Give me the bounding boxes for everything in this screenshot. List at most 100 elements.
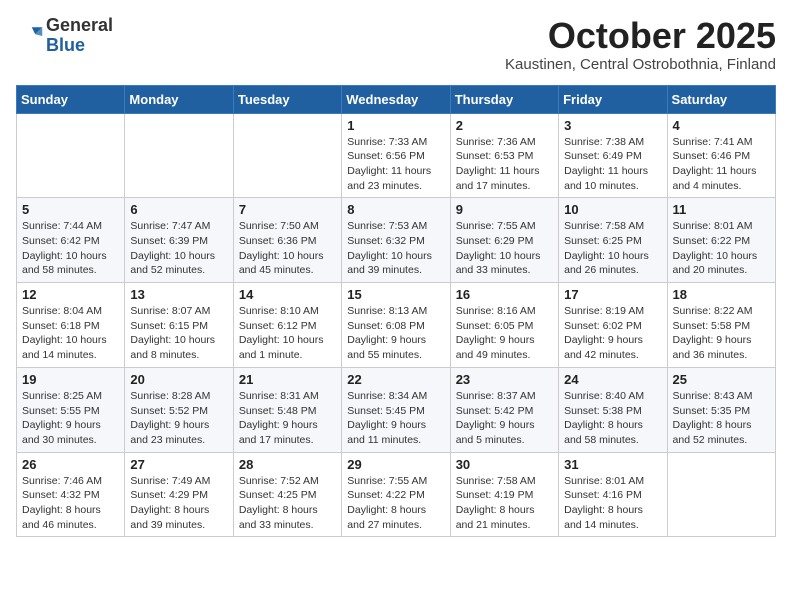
calendar-day-cell: 24 Sunrise: 8:40 AM Sunset: 5:38 PM Dayli… bbox=[559, 367, 667, 452]
day-number: 9 bbox=[456, 202, 553, 217]
calendar-day-cell: 28Sunrise: 7:52 AM Sunset: 4:25 PM Dayli… bbox=[233, 452, 341, 537]
day-info: Sunrise: 8:13 AM Sunset: 6:08 PM Dayligh… bbox=[347, 304, 444, 363]
weekday-header: Friday bbox=[559, 85, 667, 113]
calendar-day-cell bbox=[17, 113, 125, 198]
day-info: Sunrise: 7:47 AM Sunset: 6:39 PM Dayligh… bbox=[130, 219, 227, 278]
day-number: 6 bbox=[130, 202, 227, 217]
calendar-table: SundayMondayTuesdayWednesdayThursdayFrid… bbox=[16, 85, 776, 538]
day-info: Sunrise: 8:10 AM Sunset: 6:12 PM Dayligh… bbox=[239, 304, 336, 363]
day-info: Sunrise: 7:50 AM Sunset: 6:36 PM Dayligh… bbox=[239, 219, 336, 278]
calendar-day-cell: 26 Sunrise: 7:46 AM Sunset: 4:32 PM Dayli… bbox=[17, 452, 125, 537]
logo-icon bbox=[16, 22, 44, 50]
calendar-day-cell: 20Sunrise: 8:28 AM Sunset: 5:52 PM Dayli… bbox=[125, 367, 233, 452]
calendar-day-cell: 9 Sunrise: 7:55 AM Sunset: 6:29 PM Daylig… bbox=[450, 198, 558, 283]
calendar-day-cell: 31 Sunrise: 8:01 AM Sunset: 4:16 PM Dayli… bbox=[559, 452, 667, 537]
day-number: 26 bbox=[22, 457, 119, 472]
calendar-day-cell: 4 Sunrise: 7:41 AM Sunset: 6:46 PM Daylig… bbox=[667, 113, 775, 198]
month-title: October 2025 bbox=[505, 16, 776, 56]
calendar-day-cell: 14Sunrise: 8:10 AM Sunset: 6:12 PM Dayli… bbox=[233, 283, 341, 368]
day-info: Sunrise: 8:34 AM Sunset: 5:45 PM Dayligh… bbox=[347, 389, 444, 448]
calendar-day-cell: 25Sunrise: 8:43 AM Sunset: 5:35 PM Dayli… bbox=[667, 367, 775, 452]
calendar-day-cell: 17Sunrise: 8:19 AM Sunset: 6:02 PM Dayli… bbox=[559, 283, 667, 368]
weekday-header: Tuesday bbox=[233, 85, 341, 113]
day-info: Sunrise: 7:58 AM Sunset: 6:25 PM Dayligh… bbox=[564, 219, 661, 278]
day-info: Sunrise: 7:38 AM Sunset: 6:49 PM Dayligh… bbox=[564, 135, 661, 194]
day-info: Sunrise: 7:55 AM Sunset: 6:29 PM Dayligh… bbox=[456, 219, 553, 278]
day-info: Sunrise: 8:37 AM Sunset: 5:42 PM Dayligh… bbox=[456, 389, 553, 448]
day-info: Sunrise: 8:25 AM Sunset: 5:55 PM Dayligh… bbox=[22, 389, 119, 448]
day-number: 3 bbox=[564, 118, 661, 133]
calendar-day-cell: 18 Sunrise: 8:22 AM Sunset: 5:58 PM Dayli… bbox=[667, 283, 775, 368]
calendar-day-cell: 5 Sunrise: 7:44 AM Sunset: 6:42 PM Daylig… bbox=[17, 198, 125, 283]
weekday-header: Thursday bbox=[450, 85, 558, 113]
page-header: General Blue October 2025 Kaustinen, Cen… bbox=[16, 16, 776, 73]
calendar-body: 1Sunrise: 7:33 AM Sunset: 6:56 PM Daylig… bbox=[17, 113, 776, 537]
day-number: 18 bbox=[673, 287, 770, 302]
day-number: 31 bbox=[564, 457, 661, 472]
day-info: Sunrise: 8:19 AM Sunset: 6:02 PM Dayligh… bbox=[564, 304, 661, 363]
day-number: 21 bbox=[239, 372, 336, 387]
calendar-day-cell: 22 Sunrise: 8:34 AM Sunset: 5:45 PM Dayli… bbox=[342, 367, 450, 452]
calendar-day-cell: 10Sunrise: 7:58 AM Sunset: 6:25 PM Dayli… bbox=[559, 198, 667, 283]
day-number: 23 bbox=[456, 372, 553, 387]
calendar-day-cell: 21 Sunrise: 8:31 AM Sunset: 5:48 PM Dayli… bbox=[233, 367, 341, 452]
day-info: Sunrise: 7:55 AM Sunset: 4:22 PM Dayligh… bbox=[347, 474, 444, 533]
location-subtitle: Kaustinen, Central Ostrobothnia, Finland bbox=[505, 56, 776, 73]
logo: General Blue bbox=[16, 16, 113, 56]
day-info: Sunrise: 7:36 AM Sunset: 6:53 PM Dayligh… bbox=[456, 135, 553, 194]
day-number: 22 bbox=[347, 372, 444, 387]
weekday-header: Saturday bbox=[667, 85, 775, 113]
day-number: 5 bbox=[22, 202, 119, 217]
day-info: Sunrise: 7:44 AM Sunset: 6:42 PM Dayligh… bbox=[22, 219, 119, 278]
day-number: 24 bbox=[564, 372, 661, 387]
calendar-day-cell: 7 Sunrise: 7:50 AM Sunset: 6:36 PM Daylig… bbox=[233, 198, 341, 283]
calendar-week-row: 5 Sunrise: 7:44 AM Sunset: 6:42 PM Daylig… bbox=[17, 198, 776, 283]
day-number: 15 bbox=[347, 287, 444, 302]
calendar-day-cell: 8Sunrise: 7:53 AM Sunset: 6:32 PM Daylig… bbox=[342, 198, 450, 283]
day-number: 8 bbox=[347, 202, 444, 217]
day-info: Sunrise: 8:28 AM Sunset: 5:52 PM Dayligh… bbox=[130, 389, 227, 448]
weekday-header: Monday bbox=[125, 85, 233, 113]
calendar-day-cell bbox=[233, 113, 341, 198]
day-info: Sunrise: 7:49 AM Sunset: 4:29 PM Dayligh… bbox=[130, 474, 227, 533]
day-info: Sunrise: 8:01 AM Sunset: 6:22 PM Dayligh… bbox=[673, 219, 770, 278]
title-block: October 2025 Kaustinen, Central Ostrobot… bbox=[505, 16, 776, 73]
calendar-day-cell: 16 Sunrise: 8:16 AM Sunset: 6:05 PM Dayli… bbox=[450, 283, 558, 368]
weekday-row: SundayMondayTuesdayWednesdayThursdayFrid… bbox=[17, 85, 776, 113]
day-info: Sunrise: 8:04 AM Sunset: 6:18 PM Dayligh… bbox=[22, 304, 119, 363]
calendar-day-cell bbox=[125, 113, 233, 198]
weekday-header: Wednesday bbox=[342, 85, 450, 113]
calendar-day-cell: 2 Sunrise: 7:36 AM Sunset: 6:53 PM Daylig… bbox=[450, 113, 558, 198]
day-info: Sunrise: 8:40 AM Sunset: 5:38 PM Dayligh… bbox=[564, 389, 661, 448]
day-number: 16 bbox=[456, 287, 553, 302]
calendar-day-cell: 1Sunrise: 7:33 AM Sunset: 6:56 PM Daylig… bbox=[342, 113, 450, 198]
calendar-week-row: 19Sunrise: 8:25 AM Sunset: 5:55 PM Dayli… bbox=[17, 367, 776, 452]
calendar-day-cell: 30 Sunrise: 7:58 AM Sunset: 4:19 PM Dayli… bbox=[450, 452, 558, 537]
calendar-header: SundayMondayTuesdayWednesdayThursdayFrid… bbox=[17, 85, 776, 113]
day-number: 29 bbox=[347, 457, 444, 472]
day-info: Sunrise: 8:31 AM Sunset: 5:48 PM Dayligh… bbox=[239, 389, 336, 448]
day-number: 30 bbox=[456, 457, 553, 472]
calendar-week-row: 26 Sunrise: 7:46 AM Sunset: 4:32 PM Dayli… bbox=[17, 452, 776, 537]
calendar-day-cell bbox=[667, 452, 775, 537]
calendar-day-cell: 6 Sunrise: 7:47 AM Sunset: 6:39 PM Daylig… bbox=[125, 198, 233, 283]
calendar-day-cell: 27 Sunrise: 7:49 AM Sunset: 4:29 PM Dayli… bbox=[125, 452, 233, 537]
day-number: 7 bbox=[239, 202, 336, 217]
day-info: Sunrise: 7:46 AM Sunset: 4:32 PM Dayligh… bbox=[22, 474, 119, 533]
calendar-day-cell: 19Sunrise: 8:25 AM Sunset: 5:55 PM Dayli… bbox=[17, 367, 125, 452]
day-info: Sunrise: 8:01 AM Sunset: 4:16 PM Dayligh… bbox=[564, 474, 661, 533]
calendar-day-cell: 15 Sunrise: 8:13 AM Sunset: 6:08 PM Dayli… bbox=[342, 283, 450, 368]
day-number: 27 bbox=[130, 457, 227, 472]
day-number: 28 bbox=[239, 457, 336, 472]
day-info: Sunrise: 7:58 AM Sunset: 4:19 PM Dayligh… bbox=[456, 474, 553, 533]
day-number: 12 bbox=[22, 287, 119, 302]
day-info: Sunrise: 8:22 AM Sunset: 5:58 PM Dayligh… bbox=[673, 304, 770, 363]
day-info: Sunrise: 8:16 AM Sunset: 6:05 PM Dayligh… bbox=[456, 304, 553, 363]
calendar-day-cell: 23 Sunrise: 8:37 AM Sunset: 5:42 PM Dayli… bbox=[450, 367, 558, 452]
day-number: 4 bbox=[673, 118, 770, 133]
day-number: 13 bbox=[130, 287, 227, 302]
day-info: Sunrise: 7:41 AM Sunset: 6:46 PM Dayligh… bbox=[673, 135, 770, 194]
calendar-day-cell: 13Sunrise: 8:07 AM Sunset: 6:15 PM Dayli… bbox=[125, 283, 233, 368]
day-number: 2 bbox=[456, 118, 553, 133]
calendar-day-cell: 3 Sunrise: 7:38 AM Sunset: 6:49 PM Daylig… bbox=[559, 113, 667, 198]
